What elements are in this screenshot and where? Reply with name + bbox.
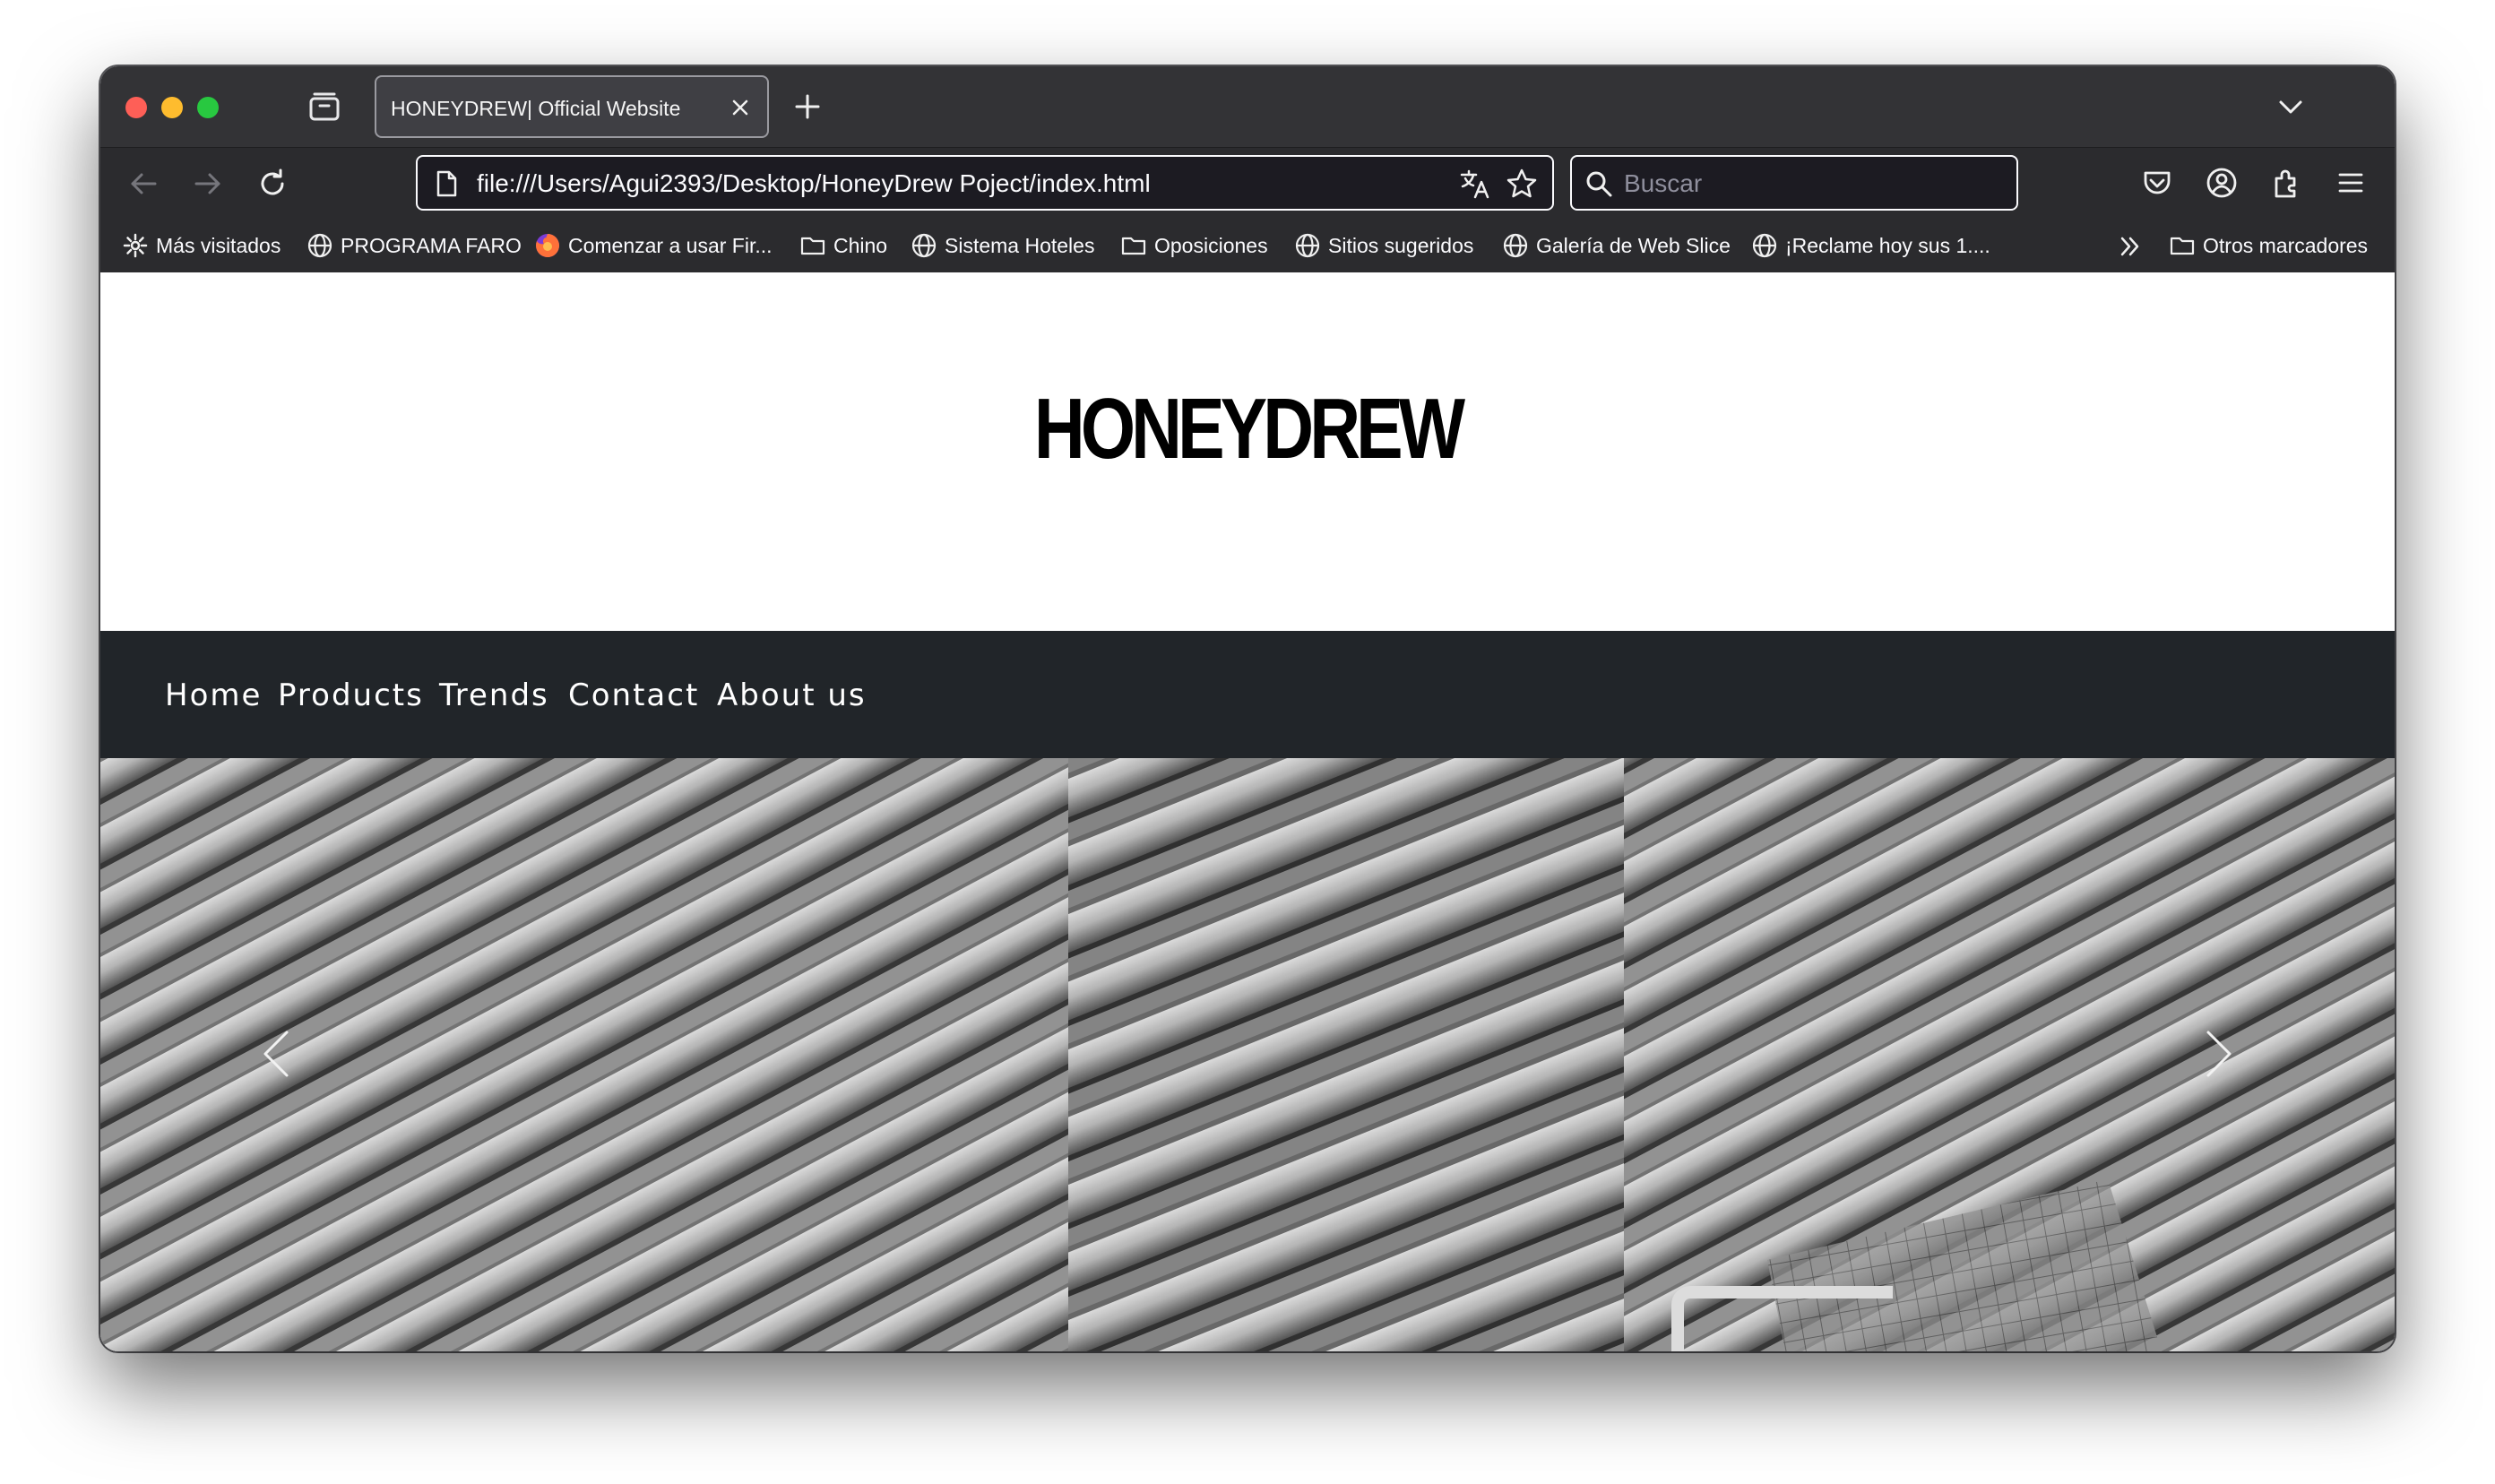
bookmark-item[interactable]: ¡Reclame hoy sus 1.... <box>1751 231 1990 260</box>
globe-icon <box>1295 233 1320 258</box>
pocket-icon[interactable] <box>2140 166 2174 200</box>
search-icon <box>1586 171 1612 197</box>
bookmark-label: Sistema Hoteles <box>945 233 1095 257</box>
bookmark-label: ¡Reclame hoy sus 1.... <box>1785 233 1990 257</box>
bookmark-label: Oposiciones <box>1154 233 1268 257</box>
extensions-icon[interactable] <box>2269 166 2303 200</box>
bookmark-label: Comenzar a usar Fir... <box>568 233 773 257</box>
hamburger-menu-icon[interactable] <box>2334 166 2368 200</box>
bookmark-item[interactable]: Galería de Web Slice <box>1502 231 1731 260</box>
nav-about-us[interactable]: About us <box>717 677 867 713</box>
page-icon <box>436 170 457 197</box>
bookmark-item[interactable]: Comenzar a usar Fir... <box>534 231 773 260</box>
bookmark-star-icon[interactable] <box>1506 168 1538 200</box>
bookmark-label: Chino <box>833 233 888 257</box>
bookmark-label: Sitios sugeridos <box>1328 233 1474 257</box>
url-bar[interactable]: file:///Users/Agui2393/Desktop/HoneyDrew… <box>416 155 1554 211</box>
reload-icon[interactable] <box>255 166 290 202</box>
search-input[interactable] <box>1624 168 2000 200</box>
globe-icon <box>911 233 937 258</box>
tab-list-icon[interactable] <box>308 91 341 122</box>
globe-icon <box>307 233 332 258</box>
bookmark-label: Galería de Web Slice <box>1536 233 1731 257</box>
bookmark-label: Otros marcadores <box>2203 233 2369 257</box>
chevron-double-right-icon[interactable] <box>2117 233 2144 260</box>
globe-icon <box>1752 233 1777 258</box>
bookmark-item[interactable]: PROGRAMA FARO <box>306 231 522 260</box>
account-icon[interactable] <box>2205 166 2239 200</box>
url-text[interactable]: file:///Users/Agui2393/Desktop/HoneyDrew… <box>477 169 1151 198</box>
bookmark-label: Más visitados <box>156 233 281 257</box>
carousel-prev-icon[interactable] <box>258 1027 294 1081</box>
close-tab-icon[interactable] <box>730 97 751 118</box>
nav-home[interactable]: Home <box>165 677 262 713</box>
folder-icon <box>2170 237 2195 255</box>
forward-arrow-icon[interactable] <box>190 166 226 202</box>
web-page: HONEYDREW Home Products Trends Contact A… <box>100 272 2395 1351</box>
folder-icon <box>800 237 825 255</box>
nav-products[interactable]: Products <box>278 677 424 713</box>
tab-title: HONEYDREW| Official Website <box>391 97 681 120</box>
carousel-next-icon[interactable] <box>2201 1027 2237 1081</box>
minimize-window-button[interactable] <box>161 97 183 118</box>
bookmark-label: PROGRAMA FARO <box>341 233 522 257</box>
zoom-window-button[interactable] <box>197 97 219 118</box>
navigation-toolbar: file:///Users/Agui2393/Desktop/HoneyDrew… <box>100 147 2395 220</box>
new-tab-icon[interactable] <box>792 91 823 122</box>
other-bookmarks[interactable]: Otros marcadores <box>2169 231 2368 260</box>
folder-icon <box>1121 237 1146 255</box>
browser-window: HONEYDREW| Official Website file:///User <box>100 66 2395 1351</box>
bookmark-item[interactable]: Oposiciones <box>1120 231 1268 260</box>
bookmark-item[interactable]: Más visitados <box>122 231 281 260</box>
active-tab[interactable]: HONEYDREW| Official Website <box>375 75 769 138</box>
nav-contact[interactable]: Contact <box>568 677 699 713</box>
tab-bar: HONEYDREW| Official Website <box>100 66 2395 147</box>
translate-icon[interactable] <box>1459 168 1491 200</box>
site-navbar: Home Products Trends Contact About us <box>100 631 2395 758</box>
bookmarks-toolbar: Más visitados PROGRAMA FARO Comenzar a u… <box>100 219 2395 272</box>
bookmark-item[interactable]: Chino <box>799 231 887 260</box>
chevron-down-icon[interactable] <box>2276 95 2305 118</box>
hero-image <box>100 758 2395 1351</box>
nav-trends[interactable]: Trends <box>439 677 549 713</box>
bookmark-item[interactable]: Sistema Hoteles <box>911 231 1094 260</box>
gear-icon <box>123 233 148 258</box>
bookmark-item[interactable]: Sitios sugeridos <box>1294 231 1473 260</box>
hero-carousel <box>100 758 2395 1351</box>
globe-icon <box>1503 233 1528 258</box>
site-logo[interactable]: HONEYDREW <box>306 380 2188 479</box>
firefox-icon <box>536 234 559 257</box>
search-bar[interactable] <box>1570 155 2018 211</box>
close-window-button[interactable] <box>125 97 147 118</box>
back-arrow-icon[interactable] <box>125 166 161 202</box>
